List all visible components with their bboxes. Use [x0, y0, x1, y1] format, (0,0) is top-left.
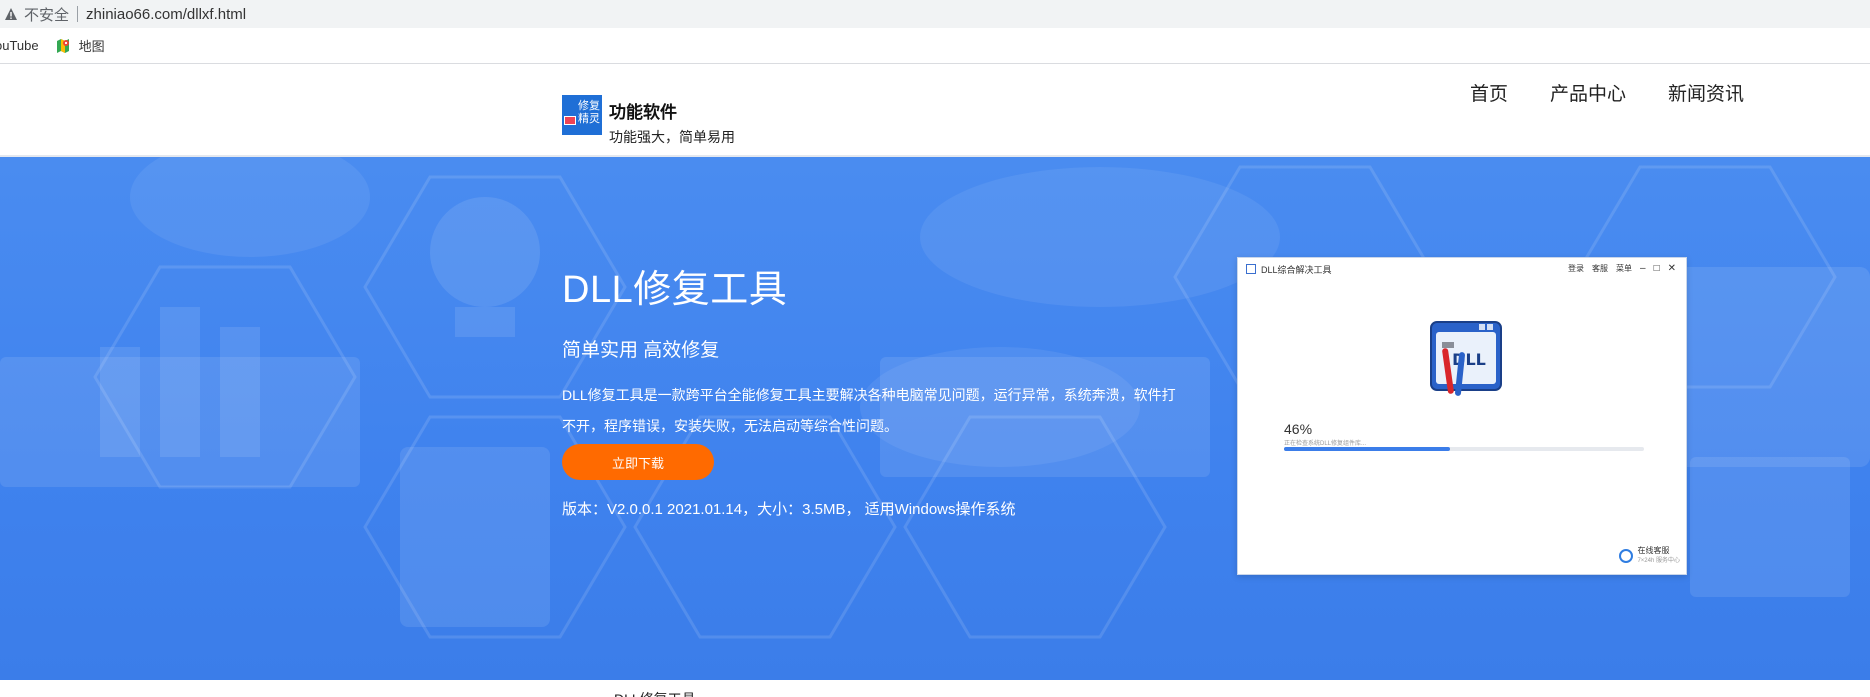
url-text[interactable]: zhiniao66.com/dllxf.html [86, 6, 246, 23]
support-label: 在线客服 [1637, 546, 1670, 555]
below-fold-heading: DLL修复工具 [614, 689, 696, 697]
nav-news[interactable]: 新闻资讯 [1668, 79, 1744, 106]
progress-bar-fill [1284, 447, 1450, 451]
minimize-icon: – [1640, 263, 1646, 274]
site-logo[interactable]: 修复 精灵 [562, 95, 602, 135]
bookmark-label: 地图 [78, 39, 105, 54]
app-support: 在线客服 7×24h 服务中心 [1619, 546, 1680, 566]
warning-icon[interactable] [4, 7, 18, 21]
app-menu-action: 菜单 [1616, 264, 1632, 273]
bookmark-youtube[interactable]: ouTube [0, 38, 39, 53]
progress-status: 正在检查系统DLL修复组件库... [1284, 441, 1367, 447]
app-title: DLL综合解决工具 [1261, 264, 1332, 275]
nav-home[interactable]: 首页 [1470, 79, 1508, 106]
app-icon [1246, 264, 1256, 274]
maximize-icon: □ [1653, 263, 1660, 274]
hero-title: DLL修复工具 [562, 269, 788, 311]
brand-name: 功能软件 [609, 103, 677, 122]
address-bar[interactable]: 不安全 zhiniao66.com/dllxf.html [0, 0, 1870, 28]
download-button[interactable]: 立即下载 [562, 444, 714, 480]
hero-banner: DLL修复工具 简单实用 高效修复 DLL修复工具是一款跨平台全能修复工具主要解… [0, 157, 1870, 680]
main-nav: 首页 产品中心 新闻资讯 [1470, 79, 1744, 106]
address-divider [77, 6, 79, 22]
app-screenshot-window: DLL综合解决工具 登录 客服 菜单 – □ ✕ DLL 46% 正在检查系统D… [1237, 257, 1687, 575]
dll-icon-text: DLL [1452, 350, 1486, 369]
nav-products[interactable]: 产品中心 [1550, 79, 1626, 106]
hero-subtitle: 简单实用 高效修复 [562, 340, 720, 361]
app-login-action: 登录 [1568, 264, 1584, 273]
logo-mini-icon [564, 116, 576, 125]
progress-bar [1284, 447, 1644, 451]
maps-icon [56, 38, 69, 53]
bookmark-label: ouTube [0, 38, 39, 53]
app-titlebar-actions: 登录 客服 菜单 – □ ✕ [1568, 263, 1676, 274]
bookmark-maps[interactable]: 地图 [55, 36, 105, 55]
progress-percent: 46% [1284, 421, 1313, 437]
insecure-label[interactable]: 不安全 [24, 4, 69, 25]
support-sub: 7×24h 服务中心 [1637, 558, 1680, 564]
support-icon [1619, 549, 1634, 563]
bookmarks-bar: ouTube 地图 [0, 28, 1870, 64]
dll-repair-icon: DLL [1430, 321, 1502, 396]
logo-text-line1: 修复 [578, 100, 600, 112]
version-info: 版本：V2.0.0.1 2021.01.14，大小：3.5MB， 适用Windo… [562, 501, 1016, 518]
app-service-action: 客服 [1592, 264, 1608, 273]
brand-tagline: 功能强大，简单易用 [609, 129, 735, 145]
hero-description: DLL修复工具是一款跨平台全能修复工具主要解决各种电脑常见问题，运行异常，系统奔… [562, 387, 1176, 434]
close-icon: ✕ [1667, 263, 1676, 274]
site-header: 修复 精灵 功能软件 功能强大，简单易用 首页 产品中心 新闻资讯 [0, 65, 1870, 157]
logo-text-line2: 精灵 [578, 113, 600, 125]
